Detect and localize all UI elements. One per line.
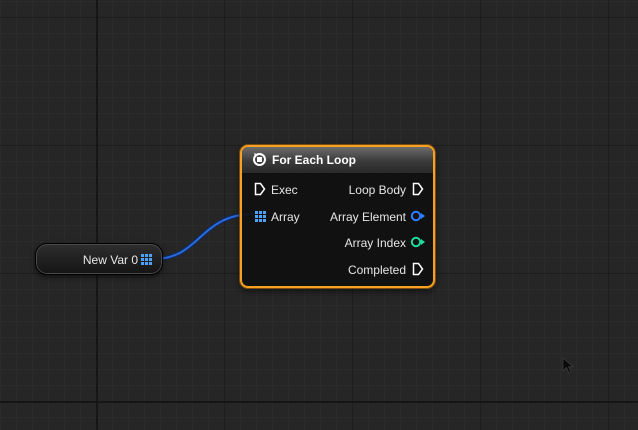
completed-label: Completed	[347, 263, 406, 277]
data-pin-icon[interactable]	[410, 210, 426, 222]
array-element-label: Array Element	[329, 210, 406, 224]
variable-label: New Var 0	[82, 253, 138, 267]
array-grid-icon[interactable]	[141, 254, 152, 265]
array-label: Array	[271, 210, 300, 224]
for-each-loop-node[interactable]: For Each Loop Exec Loop Body Array Array…	[240, 145, 435, 288]
array-grid-icon[interactable]	[255, 211, 266, 222]
node-title: For Each Loop	[272, 153, 356, 167]
mouse-cursor-icon	[562, 357, 574, 374]
data-pin-icon[interactable]	[410, 236, 426, 248]
exec-pin-icon[interactable]	[412, 262, 424, 276]
exec-pin-icon[interactable]	[412, 182, 424, 196]
loop-icon	[253, 153, 266, 166]
completed-output-pin-row[interactable]: Completed	[332, 262, 424, 278]
loop-body-label: Loop Body	[348, 183, 406, 197]
variable-node-new-var-0[interactable]: New Var 0	[35, 243, 163, 275]
array-element-output-pin-row[interactable]: Array Element	[312, 209, 426, 225]
node-header[interactable]: For Each Loop	[242, 147, 433, 174]
exec-input-pin-row[interactable]: Exec	[254, 182, 334, 198]
loop-body-output-pin-row[interactable]: Loop Body	[332, 182, 424, 198]
array-index-label: Array Index	[344, 236, 406, 250]
exec-label: Exec	[271, 183, 298, 197]
exec-pin-icon[interactable]	[254, 182, 266, 196]
array-index-output-pin-row[interactable]: Array Index	[312, 235, 426, 251]
